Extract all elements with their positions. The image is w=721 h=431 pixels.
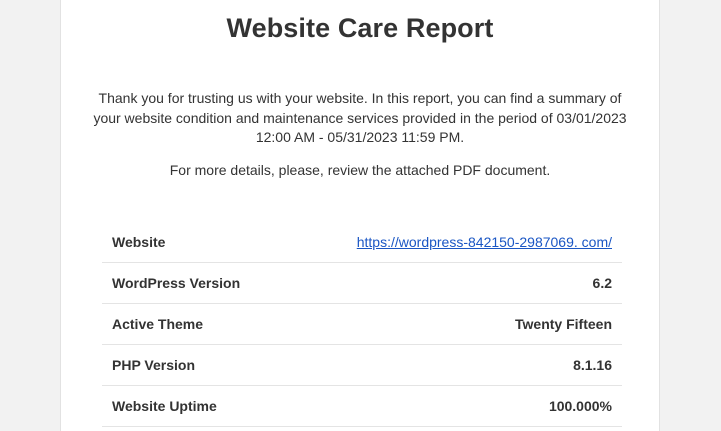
row-value: Twenty Fifteen <box>283 303 622 345</box>
row-label: Active Theme <box>102 303 284 345</box>
table-row-wordpress-version: WordPress Version 6.2 <box>102 262 622 304</box>
report-card: Website Care Report Thank you for trusti… <box>60 0 660 431</box>
table-row-active-theme: Active Theme Twenty Fifteen <box>102 303 622 345</box>
row-value: 100.000% <box>283 385 622 427</box>
row-value: https://wordpress-842150-2987069. com/ <box>283 222 622 263</box>
table-row-php-version: PHP Version 8.1.16 <box>102 344 622 386</box>
row-label: Website Uptime <box>102 385 284 427</box>
details-text: For more details, please, review the att… <box>169 162 551 178</box>
table-row-website-uptime: Website Uptime 100.000% <box>102 385 622 427</box>
summary-table: Website https://wordpress-842150-2987069… <box>102 222 622 427</box>
row-label: Website <box>102 222 284 263</box>
intro-text: Thank you for trusting us with your webs… <box>93 90 627 145</box>
table-row-website: Website https://wordpress-842150-2987069… <box>102 222 622 263</box>
row-label: WordPress Version <box>102 262 284 304</box>
row-value: 6.2 <box>283 262 622 304</box>
row-label: PHP Version <box>102 344 284 386</box>
website-link[interactable]: https://wordpress-842150-2987069. com/ <box>357 234 612 250</box>
row-value: 8.1.16 <box>283 344 622 386</box>
page-title: Website Care Report <box>226 13 494 43</box>
